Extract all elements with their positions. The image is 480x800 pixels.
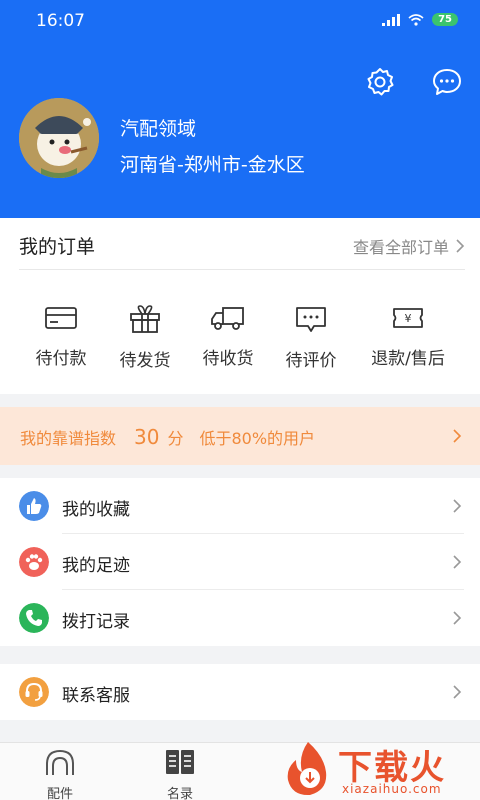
status-bar: 16:07 75 [0,0,480,42]
tab-label: 配件 [46,787,73,800]
menu-favorites[interactable]: 我的收藏 [0,478,480,534]
score-value: 30 [134,425,160,449]
chevron-right-icon [453,555,462,569]
support-list: 联系客服 [0,664,480,720]
headphone-arch-icon [46,749,74,775]
chevron-right-icon [453,611,462,625]
menu-item-label: 拨打记录 [62,612,130,632]
chevron-right-icon [453,499,462,513]
chevron-right-icon [453,685,462,699]
watermark: 下载火 xiazaihuo.com [280,738,480,800]
refund-icon: ¥ [393,308,423,328]
menu-list: 我的收藏 我的足迹 拨打记录 [0,478,480,646]
favorite-icon [19,491,49,521]
watermark-url: xiazaihuo.com [342,782,442,796]
settings-icon[interactable] [364,66,396,98]
status-icons: 75 [382,13,458,26]
chevron-right-icon [456,239,465,253]
order-item-label: 待发货 [119,351,171,371]
card-icon [45,307,77,329]
order-item-label: 退款/售后 [371,349,445,369]
order-pending-payment[interactable]: 待付款 [13,304,109,369]
order-pending-receipt[interactable]: 待收货 [180,304,276,369]
menu-item-label: 我的足迹 [62,556,130,576]
menu-item-label: 我的收藏 [62,500,130,520]
signal-icon [382,13,401,26]
menu-footprints[interactable]: 我的足迹 [0,534,480,590]
score-prefix: 我的靠谱指数 [20,429,117,448]
truck-icon [211,307,244,330]
comment-icon [296,307,326,332]
profile-header: 16:07 75 汽配领域 河南省-郑州市-金水区 [0,0,480,218]
tab-label: 名录 [166,787,193,800]
status-time: 16:07 [36,11,85,31]
battery-badge: 75 [432,13,458,26]
tab-parts[interactable]: 配件 [20,747,100,800]
order-item-label: 待付款 [35,349,87,369]
view-all-orders-link[interactable]: 查看全部订单 [353,234,465,258]
shop-name: 汽配领域 [120,118,197,140]
shop-location: 河南省-郑州市-金水区 [120,154,305,176]
avatar[interactable] [19,98,99,178]
order-refund[interactable]: ¥ 退款/售后 [360,304,456,369]
order-pending-review[interactable]: 待评价 [263,304,359,371]
view-all-label: 查看全部订单 [352,238,449,257]
score-unit: 分 [167,429,184,448]
message-icon[interactable] [431,66,463,98]
menu-contact-support[interactable]: 联系客服 [0,664,480,720]
menu-call-history[interactable]: 拨打记录 [0,590,480,646]
book-icon [166,750,194,774]
tab-directory[interactable]: 名录 [140,747,220,800]
flame-logo-icon [287,742,327,796]
order-pending-shipment[interactable]: 待发货 [97,304,193,371]
orders-header[interactable]: 我的订单 查看全部订单 [19,218,465,270]
wifi-icon [408,13,424,26]
avatar-image [19,98,99,178]
paw-icon [19,547,49,577]
gift-icon [130,305,160,333]
phone-icon [19,603,49,633]
reliability-score-banner[interactable]: 我的靠谱指数 30 分 低于80%的用户 [0,407,480,465]
orders-title: 我的订单 [19,236,96,258]
score-text: 我的靠谱指数 30 分 低于80%的用户 [20,425,315,449]
menu-item-label: 联系客服 [62,686,130,706]
orders-section: 我的订单 查看全部订单 待付款 待发货 待收货 待评价 ¥ 退款/售后 [0,218,480,394]
order-item-label: 待评价 [285,351,337,371]
score-suffix: 低于80%的用户 [199,429,316,448]
order-item-label: 待收货 [202,349,254,369]
svg-text:¥: ¥ [405,312,412,325]
headset-icon [19,677,49,707]
chevron-right-icon [453,429,462,443]
